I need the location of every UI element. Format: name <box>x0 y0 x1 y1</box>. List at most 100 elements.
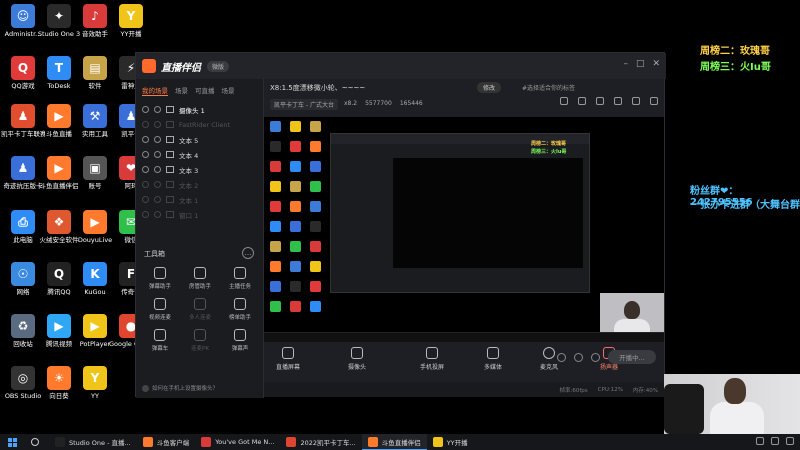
source-item[interactable]: 文本 1 <box>142 192 257 207</box>
broadcast-control-button[interactable]: 手机投屏 <box>420 347 444 371</box>
taskbar-item[interactable]: YY开播 <box>427 434 474 450</box>
eye-icon[interactable] <box>142 211 149 218</box>
tag-hint[interactable]: #选择适合你的标签 <box>522 83 575 92</box>
app-titlebar[interactable]: 直播伴侣 微版 – □ ✕ <box>136 53 666 79</box>
source-item[interactable]: 窗口 1 <box>142 207 257 222</box>
lock-icon[interactable] <box>154 196 161 203</box>
network-tray-icon[interactable] <box>771 437 779 445</box>
weekly-rank-2: 周榜二：玫瑰哥 <box>700 46 770 57</box>
source-item[interactable]: 文本 5 <box>142 132 257 147</box>
desktop-icon[interactable]: Y YY <box>76 366 114 400</box>
lock-icon[interactable] <box>154 166 161 173</box>
toolbox-item[interactable]: 连麦PK <box>180 329 220 352</box>
tool-label: 榜单助手 <box>228 315 251 321</box>
taskbar-item[interactable]: 斗鱼直播伴侣 <box>361 434 427 450</box>
room-category[interactable]: 凯平卡丁车 - 广式大台 <box>270 99 338 110</box>
toolbox-item[interactable]: 主播任务 <box>220 267 260 290</box>
app-icon: ♻ <box>11 314 35 338</box>
eye-icon[interactable] <box>142 121 149 128</box>
gift-icon[interactable] <box>596 97 604 105</box>
lock-icon[interactable] <box>578 97 586 105</box>
eye-icon[interactable] <box>142 151 149 158</box>
source-item[interactable]: 文本 4 <box>142 147 257 162</box>
control-icon <box>487 347 499 359</box>
edit-title-button[interactable]: 修改 <box>477 82 502 93</box>
bell-icon[interactable] <box>632 97 640 105</box>
toolbox-item[interactable]: 房管助手 <box>180 267 220 290</box>
broadcast-control-button[interactable]: 麦克风 <box>540 347 558 371</box>
desktop-icon[interactable]: Y YY开播 <box>112 4 150 38</box>
tab-scenes-2[interactable]: 场景 <box>222 85 235 96</box>
maximize-button[interactable]: □ <box>636 59 645 69</box>
tool-icon <box>194 298 206 310</box>
lock-icon[interactable] <box>154 121 161 128</box>
toolbox-item[interactable]: 弹幕车 <box>140 329 180 352</box>
room-stat-hotness: 165446 <box>399 100 423 107</box>
wechat-tray-icon[interactable] <box>756 437 764 445</box>
broadcast-controls: 直播屏幕 摄像头 手机投屏 多媒体 麦克风 扬声器 开播中... <box>264 342 664 382</box>
app-icon: ☉ <box>11 262 35 286</box>
eye-icon[interactable] <box>142 181 149 188</box>
preview-app-icon <box>310 281 321 292</box>
broadcast-control-button[interactable]: 多媒体 <box>484 347 502 371</box>
broadcast-control-button[interactable]: 摄像头 <box>348 347 366 371</box>
eye-icon[interactable] <box>142 196 149 203</box>
tab-scenes[interactable]: 场景 <box>175 85 188 96</box>
go-live-button[interactable]: 开播中... <box>608 350 656 364</box>
eye-icon[interactable] <box>142 106 149 113</box>
toolbox-item[interactable]: 弹幕声 <box>220 329 260 352</box>
toolbox-item[interactable]: 弹幕助手 <box>140 267 180 290</box>
toolbox-grid: 弹幕助手 房管助手 主播任务视频连麦 多人连麦 榜单助手弹幕车 连麦PK 弹幕声 <box>140 267 260 352</box>
broadcast-control-button[interactable]: 直播屏幕 <box>276 347 300 371</box>
search-icon[interactable] <box>31 438 39 446</box>
lock-icon[interactable] <box>154 136 161 143</box>
lock-icon[interactable] <box>154 106 161 113</box>
desktop-icon-label: YY开播 <box>120 30 142 38</box>
lock-icon[interactable] <box>154 211 161 218</box>
message-icon[interactable] <box>614 97 622 105</box>
tool-icon <box>234 298 246 310</box>
nested-preview-canvas <box>393 158 583 268</box>
minimize-button[interactable]: – <box>623 59 628 69</box>
tool-icon <box>234 329 246 341</box>
taskbar-app-icon <box>286 437 297 447</box>
toolbox-item[interactable]: 多人连麦 <box>180 298 220 321</box>
taskbar-item[interactable]: Studio One - 直播... <box>49 434 137 450</box>
preview-app-icon <box>270 261 281 272</box>
windows-start-icon[interactable] <box>8 437 17 447</box>
record-icon[interactable] <box>574 352 583 362</box>
version-badge[interactable]: 微版 <box>207 60 230 72</box>
taskbar-item[interactable]: You've Got Me N... <box>195 434 280 450</box>
preview-app-icon <box>310 201 321 212</box>
lock-icon[interactable] <box>154 151 161 158</box>
taskbar-item[interactable]: 2022凯平卡丁车... <box>280 434 361 450</box>
app-icon: ✦ <box>47 4 71 28</box>
tab-live-ready[interactable]: 可直播 <box>195 85 215 96</box>
source-item[interactable]: FastRider Client <box>142 117 257 132</box>
close-button[interactable]: ✕ <box>652 59 660 69</box>
toolbox-more-button[interactable]: … <box>242 247 254 259</box>
tab-my-scenes[interactable]: 我的场景 <box>142 85 168 96</box>
source-item[interactable]: 摄像头 1 <box>142 102 257 117</box>
source-item[interactable]: 文本 2 <box>142 177 257 192</box>
camera-hint[interactable]: 如何在手机上设置摄像头？ <box>142 384 218 392</box>
camera-toggle-icon[interactable] <box>557 352 566 362</box>
preview-app-icon <box>310 261 321 272</box>
volume-tray-icon[interactable] <box>786 437 794 445</box>
settings-icon[interactable] <box>591 352 600 362</box>
room-title[interactable]: X8:1.5度漂移微小轮、~~~~ <box>270 83 365 93</box>
status-fps: 帧率:60fps <box>559 387 588 394</box>
toolbox-item[interactable]: 视频连麦 <box>140 298 180 321</box>
share-icon[interactable] <box>560 97 568 105</box>
taskbar-item[interactable]: 斗鱼客户端 <box>137 434 196 450</box>
tool-label: 多人连麦 <box>188 315 211 321</box>
lock-icon[interactable] <box>154 181 161 188</box>
stream-preview[interactable]: 周榜二：玫瑰哥 周榜三：火Iu哥 <box>264 117 664 342</box>
eye-icon[interactable] <box>142 136 149 143</box>
toolbox-item[interactable]: 榜单助手 <box>220 298 260 321</box>
source-item[interactable]: 文本 3 <box>142 162 257 177</box>
more-share-icon[interactable] <box>650 97 658 105</box>
eye-icon[interactable] <box>142 166 149 173</box>
windows-taskbar: Studio One - 直播... 斗鱼客户端 You've Got Me N..… <box>0 434 800 450</box>
tool-icon <box>154 329 166 341</box>
